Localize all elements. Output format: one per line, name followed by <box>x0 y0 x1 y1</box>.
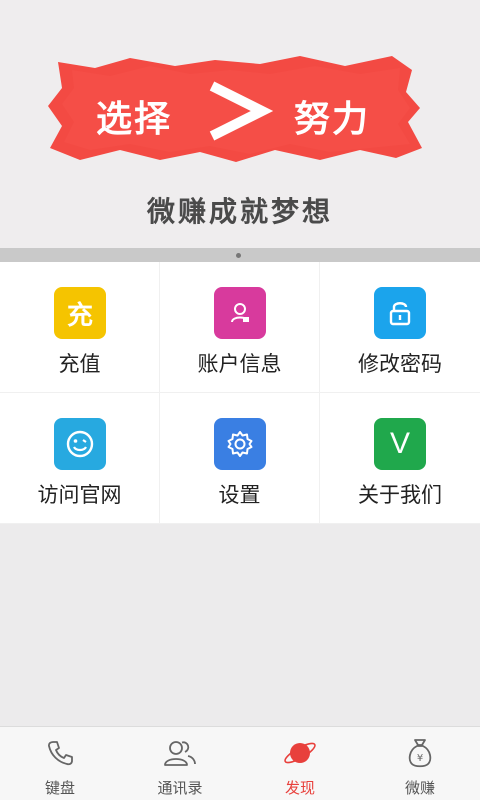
tab-label: 键盘 <box>44 779 75 797</box>
grid-item-change-password[interactable]: 修改密码 <box>320 262 480 393</box>
tab-label: 通讯录 <box>157 779 203 797</box>
grid-item-recharge[interactable]: 充 充值 <box>0 262 160 393</box>
tab-label: 发现 <box>284 779 315 797</box>
tab-weizhuan[interactable]: ¥ 微赚 <box>360 727 480 800</box>
grid-item-account-info[interactable]: 账户信息 <box>160 262 320 393</box>
feature-grid: 充 充值 账户信息 修改密码 访问官网 设置 V 关于我们 <box>0 262 480 524</box>
slogan-left-text: 选择 <box>96 99 173 140</box>
grid-item-label: 账户信息 <box>197 352 282 376</box>
tab-discover[interactable]: 发现 <box>240 727 360 800</box>
grid-item-label: 修改密码 <box>358 352 442 376</box>
grid-item-settings[interactable]: 设置 <box>160 393 320 524</box>
svg-text:¥: ¥ <box>417 753 423 764</box>
page-indicator <box>0 248 480 262</box>
discover-icon <box>282 735 318 771</box>
tab-keyboard[interactable]: 键盘 <box>0 727 120 800</box>
grid-item-visit-website[interactable]: 访问官网 <box>0 393 160 524</box>
banner[interactable]: 选择 努力 微赚成就梦想 <box>0 0 480 248</box>
money-bag-icon: ¥ <box>402 735 438 771</box>
grid-item-label: 关于我们 <box>358 483 442 507</box>
v-logo-icon: V <box>374 418 426 470</box>
grid-item-label: 充值 <box>58 352 101 376</box>
unlock-icon <box>374 287 426 339</box>
slogan-right-text: 努力 <box>294 99 371 140</box>
indicator-dot <box>236 253 241 258</box>
smiley-icon <box>54 418 106 470</box>
account-icon <box>214 287 266 339</box>
tab-contacts[interactable]: 通讯录 <box>120 727 240 800</box>
phone-icon <box>42 735 78 771</box>
contacts-icon <box>162 735 198 771</box>
bottom-tab-bar: 键盘 通讯录 发现 ¥ 微赚 <box>0 726 480 800</box>
gear-icon <box>214 418 266 470</box>
tagline: 微赚成就梦想 <box>146 195 333 228</box>
grid-item-label: 访问官网 <box>37 483 122 507</box>
tab-label: 微赚 <box>404 779 435 797</box>
grid-item-label: 设置 <box>218 483 261 507</box>
recharge-icon: 充 <box>54 287 106 339</box>
grid-item-about-us[interactable]: V 关于我们 <box>320 393 480 524</box>
